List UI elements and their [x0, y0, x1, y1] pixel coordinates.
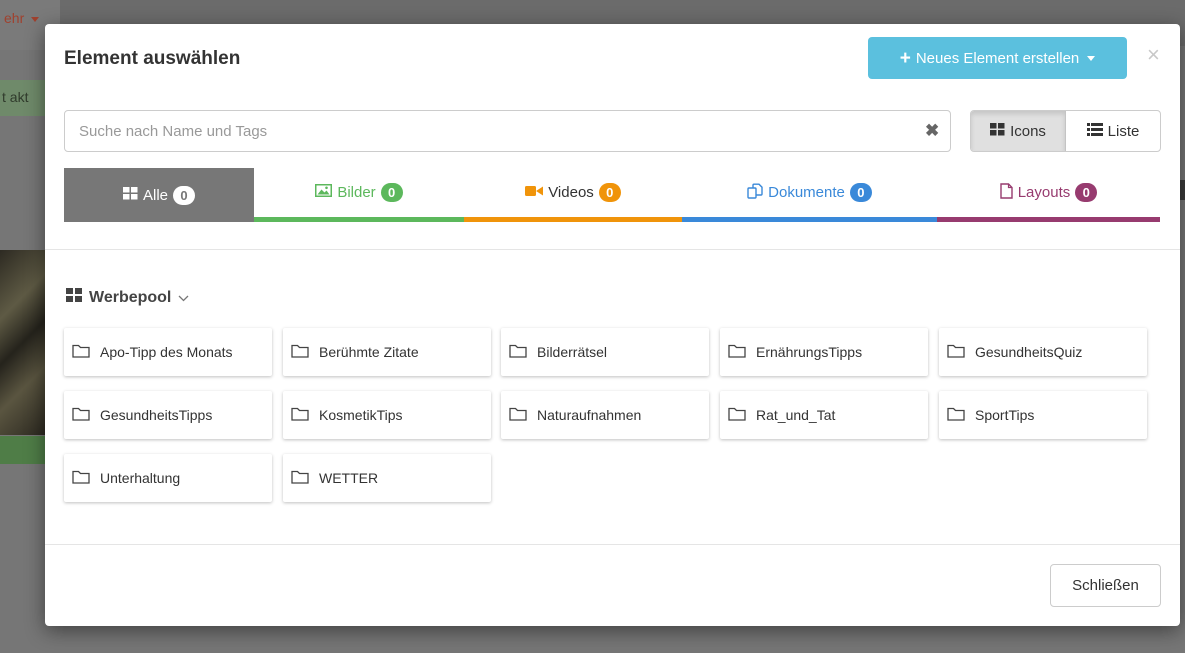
folder-card[interactable]: Bilderrätsel	[501, 328, 709, 376]
backdrop-menu-more: ehr	[4, 10, 40, 26]
pool-selector[interactable]: Werbepool	[66, 288, 189, 307]
close-icon[interactable]: ×	[1147, 44, 1160, 66]
category-tabs: Alle 0 Bilder 0 Videos 0 Dokumente 0 Lay…	[64, 168, 1160, 222]
folder-icon	[72, 344, 90, 361]
tab-alle[interactable]: Alle 0	[64, 168, 254, 222]
caret-down-icon	[1087, 55, 1096, 61]
folder-card[interactable]: Apo-Tipp des Monats	[64, 328, 272, 376]
folder-label: KosmetikTips	[319, 407, 403, 423]
folder-icon	[291, 344, 309, 361]
backdrop-photo	[0, 250, 46, 435]
folder-label: ErnährungsTipps	[756, 344, 863, 360]
new-element-button[interactable]: + Neues Element erstellen	[868, 37, 1127, 79]
plus-icon: +	[899, 47, 911, 69]
new-element-label: Neues Element erstellen	[915, 49, 1080, 67]
folder-icon	[509, 344, 527, 361]
folder-label: GesundheitsTipps	[100, 407, 213, 423]
view-list-label: Liste	[1107, 122, 1140, 140]
th-large-icon	[990, 122, 1005, 140]
backdrop-green-bar	[0, 436, 46, 464]
folder-label: Naturaufnahmen	[537, 407, 642, 423]
folder-icon	[291, 407, 309, 424]
folder-icon	[72, 407, 90, 424]
folder-card[interactable]: Rat_und_Tat	[720, 391, 928, 439]
list-icon	[1086, 122, 1103, 140]
th-large-icon	[66, 288, 82, 307]
folder-card[interactable]: KosmetikTips	[283, 391, 491, 439]
folder-icon	[728, 344, 746, 361]
clear-search-icon[interactable]: ✖	[925, 121, 939, 141]
folder-icon	[72, 470, 90, 487]
folder-card[interactable]: ErnährungsTipps	[720, 328, 928, 376]
view-list-button[interactable]: Liste	[1066, 111, 1160, 151]
folder-card[interactable]: SportTips	[939, 391, 1147, 439]
documents-icon	[747, 183, 763, 203]
tab-label: Layouts	[1017, 184, 1071, 201]
tab-layouts[interactable]: Layouts 0	[937, 168, 1160, 222]
view-icons-label: Icons	[1010, 122, 1046, 140]
backdrop-status-text: t akt	[2, 89, 29, 105]
video-icon	[525, 184, 544, 201]
th-large-icon	[122, 186, 138, 204]
close-button[interactable]: Schließen	[1050, 564, 1161, 607]
pool-label: Werbepool	[89, 288, 172, 306]
folder-icon	[291, 470, 309, 487]
file-icon	[1000, 182, 1013, 203]
folder-icon	[947, 344, 965, 361]
element-select-modal: Element auswählen + Neues Element erstel…	[45, 24, 1180, 626]
folder-label: SportTips	[975, 407, 1035, 423]
chevron-down-icon	[178, 290, 189, 305]
folder-icon	[728, 407, 746, 424]
folder-label: Bilderrätsel	[537, 344, 608, 360]
tab-label: Dokumente	[768, 184, 845, 201]
tab-count-badge: 0	[849, 183, 872, 202]
divider	[45, 544, 1180, 545]
tab-videos[interactable]: Videos 0	[464, 168, 682, 222]
view-icons-button[interactable]: Icons	[971, 111, 1066, 151]
tab-count-badge: 0	[1075, 183, 1098, 202]
tab-count-badge: 0	[173, 185, 195, 205]
folder-label: Rat_und_Tat	[756, 407, 836, 423]
tab-count-badge: 0	[380, 183, 403, 202]
tab-dokumente[interactable]: Dokumente 0	[682, 168, 937, 222]
folder-card[interactable]: Berühmte Zitate	[283, 328, 491, 376]
folder-card[interactable]: Unterhaltung	[64, 454, 272, 502]
tab-count-badge: 0	[598, 183, 621, 202]
modal-title: Element auswählen	[64, 48, 241, 69]
image-icon	[315, 184, 333, 201]
view-toggle: Icons Liste	[970, 110, 1161, 152]
folder-card[interactable]: WETTER	[283, 454, 491, 502]
folder-icon	[947, 407, 965, 424]
folder-label: Unterhaltung	[100, 470, 181, 486]
folder-label: Apo-Tipp des Monats	[100, 344, 233, 360]
folder-label: GesundheitsQuiz	[975, 344, 1083, 360]
tab-bilder[interactable]: Bilder 0	[254, 168, 464, 222]
folder-label: WETTER	[319, 470, 379, 486]
tab-label: Bilder	[337, 184, 376, 201]
divider	[45, 249, 1180, 250]
folder-card[interactable]: GesundheitsTipps	[64, 391, 272, 439]
folder-card[interactable]: GesundheitsQuiz	[939, 328, 1147, 376]
folder-label: Berühmte Zitate	[319, 344, 419, 360]
folder-card[interactable]: Naturaufnahmen	[501, 391, 709, 439]
tab-label: Alle	[142, 186, 168, 204]
search-input[interactable]	[64, 110, 951, 152]
folder-icon	[509, 407, 527, 424]
tab-label: Videos	[548, 184, 594, 201]
